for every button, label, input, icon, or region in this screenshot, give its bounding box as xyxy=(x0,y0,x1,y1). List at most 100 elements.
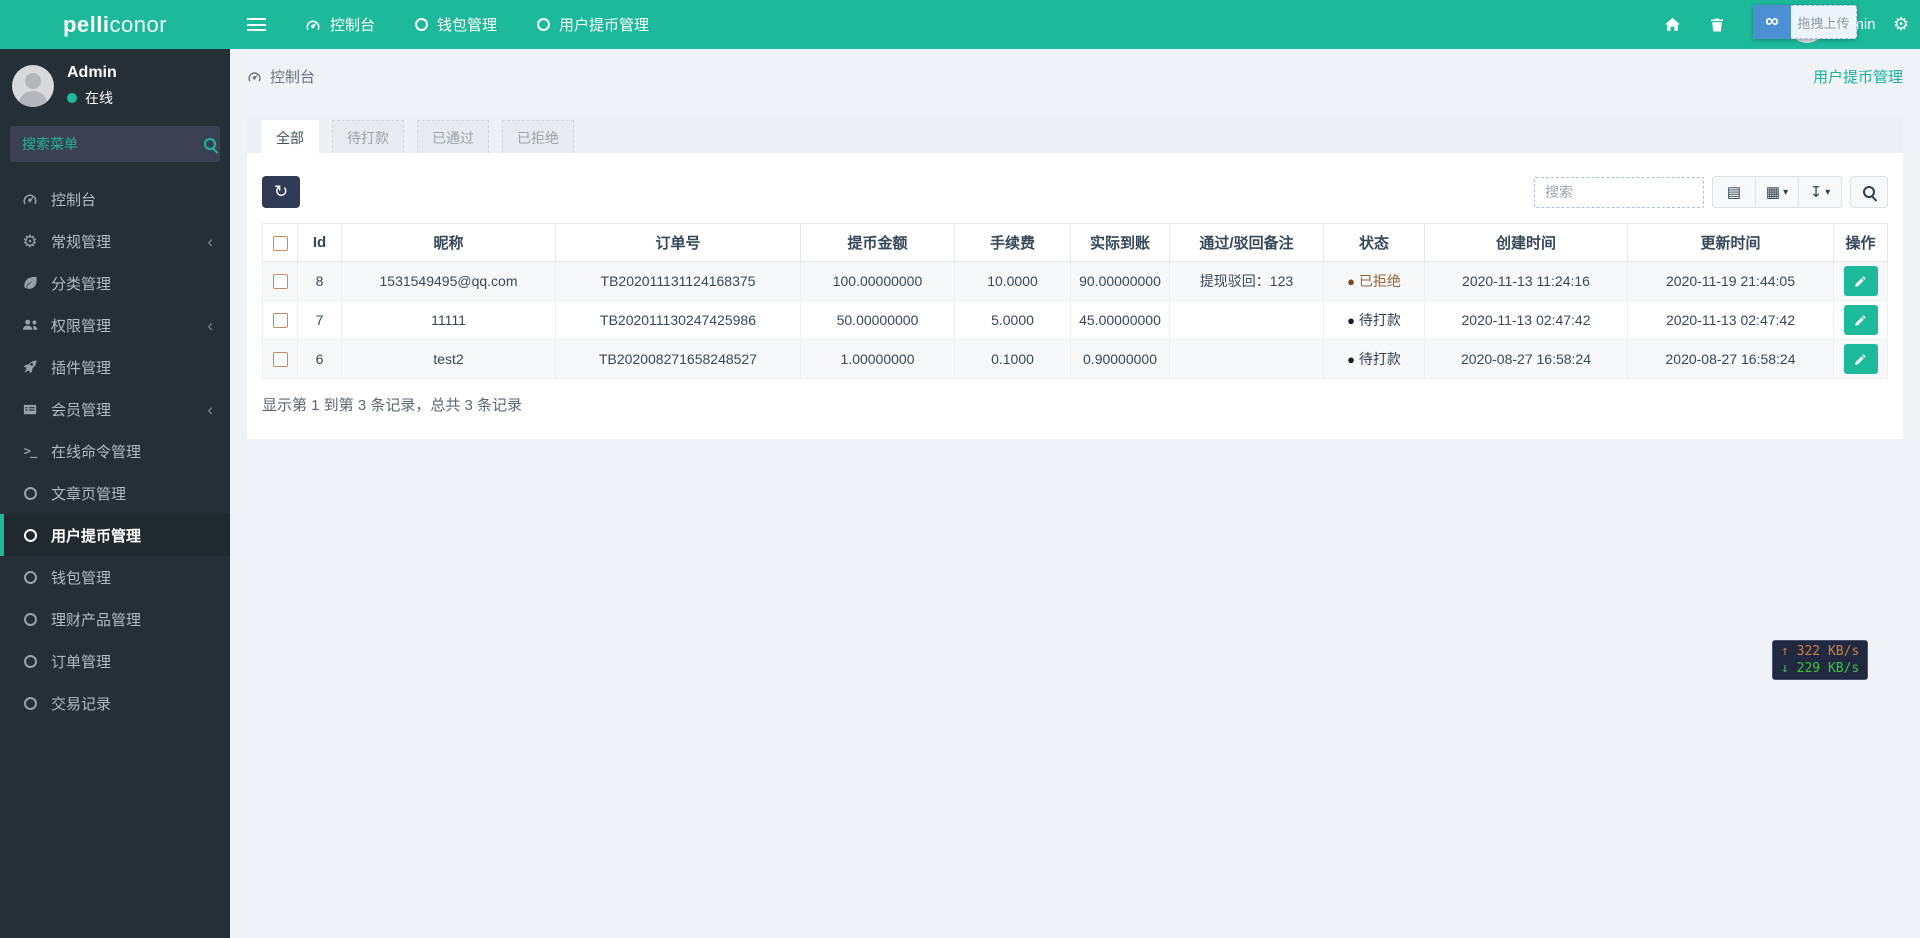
table-row[interactable]: 7 11111 TB202011130247425986 50.00000000… xyxy=(262,300,1888,340)
avatar[interactable] xyxy=(12,65,54,107)
detail-view-icon: ▤ xyxy=(1726,184,1742,201)
online-dot-icon xyxy=(67,93,77,103)
drag-upload-widget: ∞ 拖拽上传 xyxy=(1753,5,1857,39)
sidebar-item-command[interactable]: >_ 在线命令管理 xyxy=(0,430,230,472)
select-all-checkbox[interactable] xyxy=(272,235,288,251)
sidebar-item-trade[interactable]: 交易记录 xyxy=(0,682,230,724)
sidebar-item-label: 分类管理 xyxy=(51,275,112,293)
topbar-tab-withdraw[interactable]: 用户提币管理 xyxy=(517,0,669,49)
sidebar-item-order[interactable]: 订单管理 xyxy=(0,640,230,682)
sidebar-item-label: 用户提币管理 xyxy=(51,527,142,545)
sidebar-item-label: 控制台 xyxy=(51,191,97,209)
sidebar-username: Admin xyxy=(67,64,117,81)
column-header-actions[interactable]: 操作 xyxy=(1833,223,1888,262)
cell-created: 2020-08-27 16:58:24 xyxy=(1424,339,1628,379)
cell-updated: 2020-08-27 16:58:24 xyxy=(1627,339,1834,379)
columns-button[interactable]: ▦ ▾ xyxy=(1755,176,1799,208)
breadcrumb-right-link[interactable]: 用户提币管理 xyxy=(1813,66,1903,87)
cloud-upload-icon[interactable]: ∞ xyxy=(1753,5,1791,39)
sidebar-item-addon[interactable]: 插件管理 xyxy=(0,346,230,388)
trash-icon[interactable] xyxy=(1709,0,1725,49)
sidebar-item-dashboard[interactable]: 控制台 xyxy=(0,178,230,220)
table-row[interactable]: 8 1531549495@qq.com TB202011131124168375… xyxy=(262,261,1888,301)
caret-down-icon: ▾ xyxy=(1783,186,1789,198)
column-header-status[interactable]: 状态 xyxy=(1323,223,1425,262)
tab-approved[interactable]: 已通过 xyxy=(417,120,489,153)
column-header-created[interactable]: 创建时间 xyxy=(1424,223,1628,262)
sidebar-search-input[interactable] xyxy=(22,136,203,152)
leaf-icon xyxy=(18,275,42,291)
cell-nickname: test2 xyxy=(341,339,556,379)
withdraw-table: Id 昵称 订单号 提币金额 手续费 实际到账 通过/驳回备注 状态 创建时间 … xyxy=(262,223,1888,379)
sidebar-item-label: 理财产品管理 xyxy=(51,611,142,629)
brand-logo[interactable]: pelliconor xyxy=(0,0,230,49)
tab-pending[interactable]: 待打款 xyxy=(332,120,404,153)
cell-nickname: 1531549495@qq.com xyxy=(341,261,556,301)
tab-rejected[interactable]: 已拒绝 xyxy=(502,120,574,153)
search-icon[interactable] xyxy=(203,137,218,152)
row-checkbox[interactable] xyxy=(272,274,288,290)
edit-button[interactable] xyxy=(1843,266,1878,296)
pencil-icon xyxy=(1854,275,1867,288)
column-header-fee[interactable]: 手续费 xyxy=(954,223,1071,262)
sidebar-item-financial[interactable]: 理财产品管理 xyxy=(0,598,230,640)
column-header-nickname[interactable]: 昵称 xyxy=(341,223,556,262)
sidebar-item-category[interactable]: 分类管理 xyxy=(0,262,230,304)
refresh-button[interactable]: ↻ xyxy=(262,176,300,208)
topbar-tab-dashboard[interactable]: 控制台 xyxy=(285,0,395,49)
home-icon[interactable] xyxy=(1664,0,1681,49)
sidebar-toggle-icon[interactable] xyxy=(247,18,266,31)
column-header-amount[interactable]: 提币金额 xyxy=(800,223,955,262)
sidebar-item-general[interactable]: ⚙ 常规管理 ‹ xyxy=(0,220,230,262)
cell-amount: 50.00000000 xyxy=(800,300,955,340)
column-header-actual[interactable]: 实际到账 xyxy=(1070,223,1170,262)
content-panel: 全部 待打款 已通过 已拒绝 ↻ ▤ ▦ ▾ xyxy=(247,115,1903,439)
cell-created: 2020-11-13 11:24:16 xyxy=(1424,261,1628,301)
pencil-icon xyxy=(1854,314,1867,327)
edit-button[interactable] xyxy=(1843,344,1878,374)
row-checkbox[interactable] xyxy=(272,352,288,368)
sidebar-item-withdraw[interactable]: 用户提币管理 xyxy=(0,514,230,556)
status-dot-icon: ● xyxy=(1347,274,1355,289)
sidebar-item-member[interactable]: 会员管理 ‹ xyxy=(0,388,230,430)
sidebar-item-article[interactable]: 文章页管理 xyxy=(0,472,230,514)
table-search-input[interactable] xyxy=(1534,176,1704,208)
tab-all[interactable]: 全部 xyxy=(261,120,319,153)
circle-icon xyxy=(18,654,42,668)
export-icon: ↧ xyxy=(1809,184,1823,201)
table-toolbar: ↻ ▤ ▦ ▾ ↧ ▾ xyxy=(262,176,1888,208)
column-header-orderno[interactable]: 订单号 xyxy=(555,223,801,262)
circle-icon xyxy=(18,528,42,542)
edit-button[interactable] xyxy=(1843,305,1878,335)
network-speed-widget: ↑ 322 KB/s ↓ 229 KB/s xyxy=(1772,640,1869,680)
cell-created: 2020-11-13 02:47:42 xyxy=(1424,300,1628,340)
sidebar-item-label: 权限管理 xyxy=(51,317,112,335)
table-row[interactable]: 6 test2 TB202008271658248527 1.00000000 … xyxy=(262,339,1888,379)
row-checkbox[interactable] xyxy=(272,313,288,329)
pencil-icon xyxy=(1854,353,1867,366)
sidebar-item-auth[interactable]: 权限管理 ‹ xyxy=(0,304,230,346)
sidebar-item-label: 订单管理 xyxy=(51,653,112,671)
advanced-search-button[interactable] xyxy=(1850,176,1888,208)
cell-status: ● 已拒绝 xyxy=(1323,261,1425,301)
gear-icon[interactable]: ⚙ xyxy=(1893,0,1909,49)
circle-icon xyxy=(18,696,42,710)
sidebar-item-wallet[interactable]: 钱包管理 xyxy=(0,556,230,598)
cell-remark xyxy=(1169,339,1324,379)
cell-actual: 90.00000000 xyxy=(1070,261,1170,301)
chevron-left-icon: ‹ xyxy=(207,231,213,251)
cell-id: 6 xyxy=(297,339,342,379)
gauge-icon xyxy=(18,191,42,207)
circle-icon xyxy=(537,18,551,31)
sidebar-item-label: 会员管理 xyxy=(51,401,112,419)
sidebar-search xyxy=(10,126,220,162)
column-header-id[interactable]: Id xyxy=(297,223,342,262)
export-button[interactable]: ↧ ▾ xyxy=(1798,176,1842,208)
drag-upload-button[interactable]: 拖拽上传 xyxy=(1791,5,1857,39)
column-header-remark[interactable]: 通过/驳回备注 xyxy=(1169,223,1324,262)
chevron-left-icon: ‹ xyxy=(207,399,213,419)
topbar-tab-wallet[interactable]: 钱包管理 xyxy=(395,0,517,49)
panel-body: ↻ ▤ ▦ ▾ ↧ ▾ xyxy=(247,153,1903,439)
column-header-updated[interactable]: 更新时间 xyxy=(1627,223,1834,262)
toggle-view-button[interactable]: ▤ xyxy=(1712,176,1756,208)
